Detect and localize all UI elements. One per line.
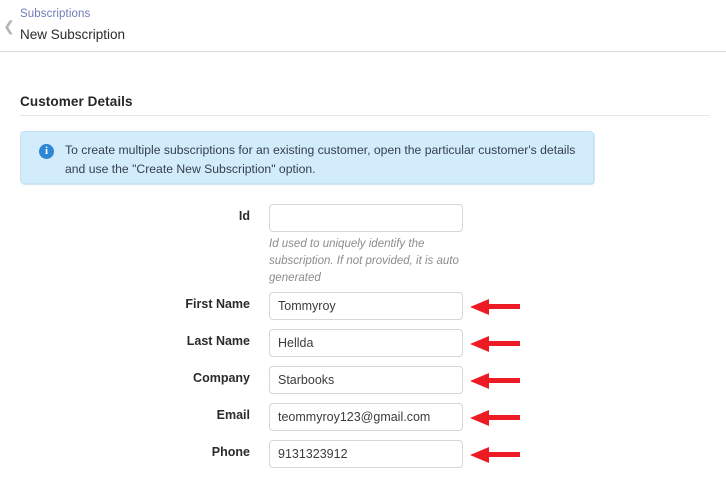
- field-label-email: Email: [216, 408, 250, 422]
- arrow-shaft: [488, 378, 520, 383]
- arrow-left-icon: [470, 336, 520, 352]
- last-name-input[interactable]: [269, 329, 463, 357]
- field-label-id: Id: [238, 209, 250, 223]
- field-row-last-name: Last Name: [0, 325, 726, 362]
- info-banner: i To create multiple subscriptions for a…: [20, 131, 594, 184]
- breadcrumb-header: ❮ Subscriptions New Subscription: [0, 0, 726, 52]
- arrow-head: [470, 336, 489, 352]
- email-input[interactable]: [269, 403, 463, 431]
- breadcrumb: Subscriptions New Subscription: [20, 7, 125, 43]
- field-row-first-name: First Name: [0, 288, 726, 325]
- field-label-last-name: Last Name: [186, 334, 250, 348]
- breadcrumb-link-subscriptions[interactable]: Subscriptions: [20, 7, 125, 21]
- arrow-head: [470, 299, 489, 315]
- arrow-left-icon: [470, 410, 520, 426]
- arrow-shaft: [488, 415, 520, 420]
- page-title: New Subscription: [20, 27, 126, 42]
- section-divider: [20, 115, 710, 116]
- arrow-head: [470, 410, 489, 426]
- field-row-phone: Phone: [0, 436, 726, 473]
- info-banner-text: To create multiple subscriptions for an …: [65, 143, 576, 176]
- first-name-input[interactable]: [269, 292, 463, 320]
- arrow-shaft: [488, 304, 520, 309]
- arrow-head: [470, 447, 489, 463]
- field-row-company: Company: [0, 362, 726, 399]
- field-label-company: Company: [193, 371, 250, 385]
- arrow-left-icon: [470, 447, 520, 463]
- company-input[interactable]: [269, 366, 463, 394]
- section-title-customer-details: Customer Details: [20, 94, 133, 109]
- field-hint-id: Id used to uniquely identify the subscri…: [269, 238, 459, 284]
- arrow-shaft: [488, 452, 520, 457]
- arrow-head: [470, 373, 489, 389]
- id-input[interactable]: [269, 204, 463, 232]
- field-row-email: Email: [0, 399, 726, 436]
- info-circle-icon: i: [39, 144, 54, 159]
- field-row-id: Id Id used to uniquely identify the subsc…: [0, 200, 726, 284]
- arrow-shaft: [488, 341, 520, 346]
- field-label-phone: Phone: [211, 445, 250, 459]
- arrow-left-icon: [470, 299, 520, 315]
- phone-input[interactable]: [269, 440, 463, 468]
- field-label-first-name: First Name: [185, 297, 250, 311]
- chevron-left-icon[interactable]: ❮: [2, 19, 16, 33]
- arrow-left-icon: [470, 373, 520, 389]
